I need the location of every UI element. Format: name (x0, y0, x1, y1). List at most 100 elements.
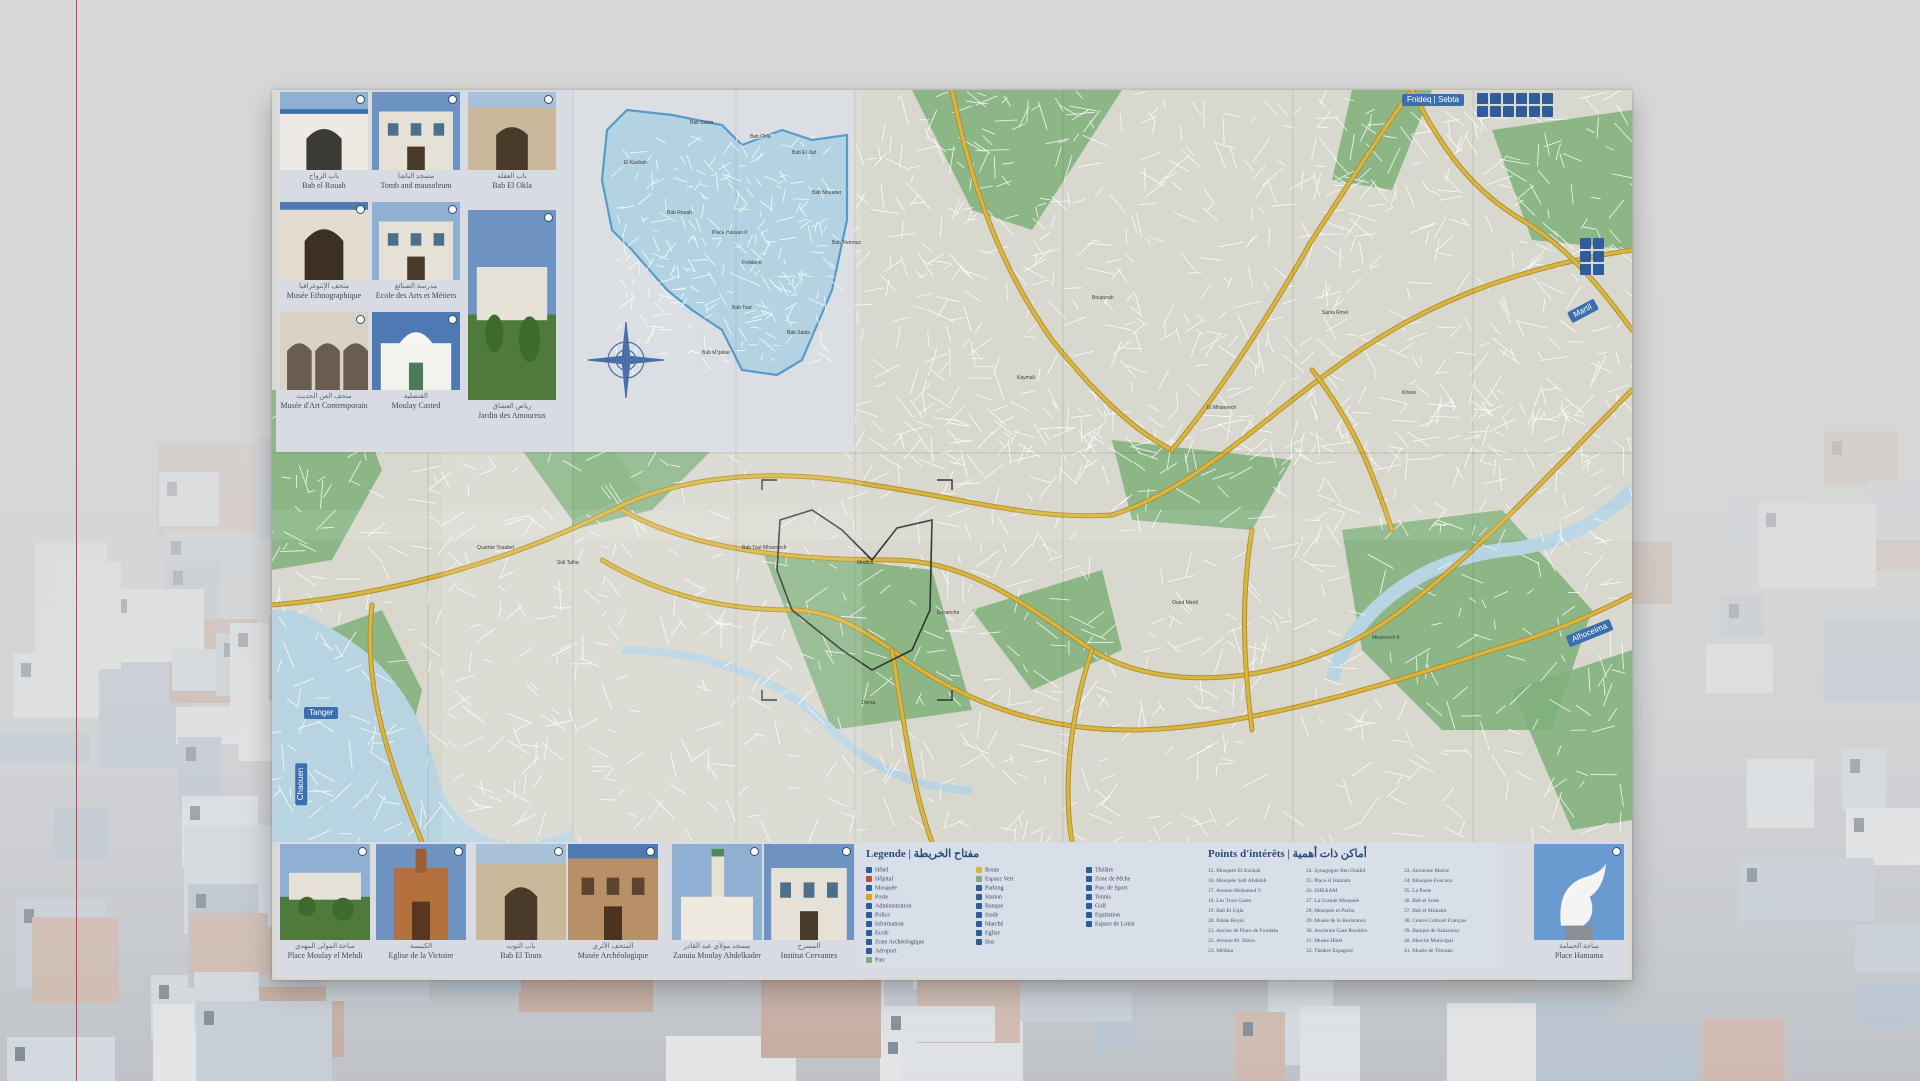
photo-marker-icon (358, 847, 367, 856)
landmark-photo[interactable] (376, 844, 466, 940)
legend-symbol-icon (866, 912, 872, 918)
legend-item: Hôtel (866, 867, 888, 874)
photo-caption: رياض العشاق Jardin des Amoureux (468, 402, 556, 420)
landmark-photo[interactable] (672, 844, 762, 940)
legend-item-label: Bus (985, 939, 995, 946)
poi-list-item: 41. Musée de Tétouan (1404, 948, 1453, 954)
legend-item: Espace de Loisir (1086, 921, 1135, 928)
map-place-label: Ensanche (937, 610, 960, 616)
photo-caption-arabic: ساحة المولى المهدي (295, 942, 355, 950)
photo-caption-arabic: باب الرواح (308, 172, 340, 180)
photo-marker-icon (356, 205, 365, 214)
poi-list-item: 20. Palais Royal (1208, 918, 1244, 924)
landmark-photo[interactable] (280, 844, 370, 940)
map-place-label: Bab Saida (787, 330, 811, 336)
legend-item-label: Golf (1095, 903, 1106, 910)
poi-list-item: 24. Synagogue Ben Oualid (1306, 868, 1366, 874)
legend-item-label: Ecole (875, 930, 889, 937)
legend-item-label: Zone Archéologique (875, 939, 925, 946)
legend-title: Legende | مفتاح الخريطة (866, 848, 980, 860)
photo-marker-icon (356, 95, 365, 104)
legend-item: Information (866, 921, 904, 928)
map-service-icon (1542, 106, 1553, 117)
photo-caption-french: Musée d'Art Contemporain (280, 401, 368, 410)
photo-caption-french: Bab El Touts (500, 951, 542, 960)
legend-item-label: Parc (875, 957, 886, 964)
map-place-label: Bab Nouader (812, 190, 842, 196)
map-service-icon (1503, 106, 1514, 117)
map-place-label: Medina (857, 560, 874, 566)
legend-item-label: Espace de Loisir (1095, 921, 1135, 928)
map-place-label: Kaymali (1017, 375, 1035, 381)
landmark-photo[interactable] (1534, 844, 1624, 940)
map-legend: Legende | مفتاح الخريطة Points d'intérêt… (858, 843, 1502, 967)
map-place-label: Bab Remouz (832, 240, 861, 246)
poi-list-item: 40. Marché Municipal (1404, 938, 1454, 944)
landmark-photo[interactable] (468, 210, 556, 400)
legend-item-label: Information (875, 921, 904, 928)
photo-caption-arabic: الكنيسة (409, 942, 433, 950)
direction-tag[interactable]: Fnideq | Sebta (1402, 94, 1464, 106)
legend-item: Route (976, 867, 999, 874)
poi-list-item: 38. Centre Culturel Français (1404, 918, 1467, 924)
photo-caption-french: Jardin des Amoureux (478, 411, 546, 420)
legend-item-label: Hôtel (875, 867, 889, 874)
landmark-photo[interactable] (280, 202, 368, 280)
photo-caption-french: Moulay Casted (391, 401, 441, 410)
legend-item-label: Station (985, 894, 1003, 901)
poi-title: Points d'intérêts | أماكن ذات أهمية (1208, 848, 1367, 860)
map-service-icon (1516, 93, 1527, 104)
landmark-photo[interactable] (468, 92, 556, 170)
direction-tag[interactable]: Tanger (304, 707, 339, 719)
landmark-photo[interactable] (568, 844, 658, 940)
landmark-photo[interactable] (764, 844, 854, 940)
photo-marker-icon (646, 847, 655, 856)
photo-marker-icon (448, 315, 457, 324)
background-scene: باب الرواح Bab el Rouah مسجد الباشا Tomb an… (0, 0, 1920, 1081)
photo-marker-icon (544, 95, 553, 104)
landmark-photo[interactable] (372, 92, 460, 170)
poi-list-item: 23. Médina (1208, 948, 1234, 954)
legend-symbol-icon (1086, 885, 1092, 891)
photo-marker-icon (448, 205, 457, 214)
legend-item: Zone de Pêche (1086, 876, 1130, 883)
photo-caption: مدرسة الصنائع Ecole des Arts et Métiers (372, 282, 460, 300)
landmark-photo[interactable] (280, 92, 368, 170)
legend-symbol-icon (976, 867, 982, 873)
photo-caption-arabic: مدرسة الصنائع (394, 282, 438, 290)
legend-item: Bus (976, 939, 994, 946)
map-service-icon (1593, 264, 1604, 275)
map-service-icon (1580, 251, 1591, 262)
poi-list-item: 36. Bab el Souk (1404, 898, 1440, 904)
map-place-label: Sania Rmel (1322, 310, 1348, 316)
poi-list-item: 26. SHEAAM (1306, 888, 1338, 894)
photo-marker-icon (356, 315, 365, 324)
map-service-icon (1542, 93, 1553, 104)
legend-item: Ecole (866, 930, 889, 937)
photo-caption: المسرح Institut Cervantes (764, 942, 854, 960)
legend-symbol-icon (1086, 894, 1092, 900)
photo-caption-arabic: متحف الفن الحديث (296, 392, 352, 400)
photo-caption-french: Place Moulay el Mehdi (287, 951, 363, 960)
legend-symbol-icon (866, 885, 872, 891)
poi-list-item: 18. Les Trois Gares (1208, 898, 1252, 904)
legend-symbol-icon (866, 876, 872, 882)
legend-item-label: Hôpital (875, 876, 893, 883)
legend-item: Poste (866, 894, 888, 901)
legend-item: Hôpital (866, 876, 893, 883)
direction-tag[interactable]: Chaouen (295, 762, 308, 806)
landmark-photo[interactable] (372, 202, 460, 280)
poi-list-item: 31. Musée Hôtel (1306, 938, 1343, 944)
legend-symbol-icon (976, 876, 982, 882)
poi-list-item: 30. Ancienne Gare Routière (1306, 928, 1368, 934)
landmark-photo[interactable] (372, 312, 460, 390)
photo-caption: المتحف الأثري Musée Archéologique (568, 942, 658, 960)
map-service-icon (1529, 93, 1540, 104)
legend-symbol-icon (1086, 912, 1092, 918)
landmark-photo[interactable] (476, 844, 566, 940)
legend-symbol-icon (1086, 903, 1092, 909)
legend-symbol-icon (976, 903, 982, 909)
photo-marker-icon (750, 847, 759, 856)
photo-caption-french: Institut Cervantes (780, 951, 838, 960)
landmark-photo[interactable] (280, 312, 368, 390)
